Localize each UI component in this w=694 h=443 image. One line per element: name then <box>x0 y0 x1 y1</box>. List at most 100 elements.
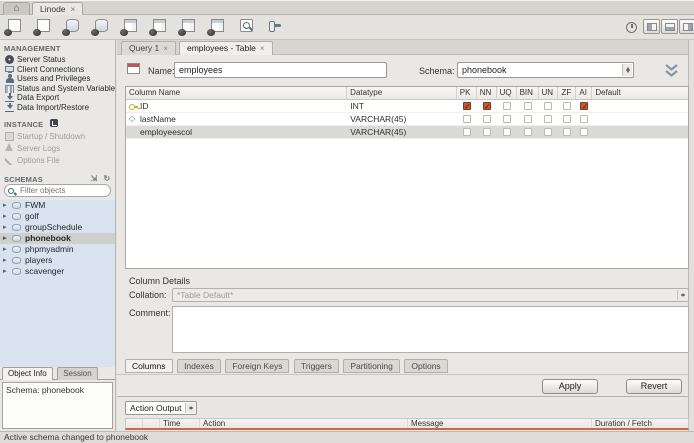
revert-button[interactable]: Revert <box>626 379 682 394</box>
col-header-name[interactable]: Column Name <box>126 87 348 99</box>
col-header-un[interactable]: UN <box>539 87 559 99</box>
apply-button[interactable]: Apply <box>542 379 598 394</box>
zf-checkbox[interactable] <box>563 128 572 136</box>
create-procedure-icon[interactable] <box>178 19 198 36</box>
schema-item-groupschedule[interactable]: ▸ groupSchedule <box>0 222 115 233</box>
expander-icon[interactable]: ▸ <box>3 255 7 266</box>
stepper-icon[interactable] <box>185 403 195 413</box>
pk-checkbox[interactable] <box>462 115 471 123</box>
col-header-bin[interactable]: BIN <box>517 87 539 99</box>
output-col-time[interactable]: Time <box>160 419 200 428</box>
bin-checkbox[interactable] <box>523 128 532 136</box>
output-col-duration[interactable]: Duration / Fetch <box>592 419 688 428</box>
sidebar-item-data-import[interactable]: Data Import/Restore <box>0 102 115 113</box>
uq-checkbox[interactable] <box>502 128 511 136</box>
close-icon[interactable]: × <box>163 44 168 53</box>
output-col-action[interactable]: Action <box>200 419 408 428</box>
sidebar-item-server-logs[interactable]: Server Logs <box>0 143 115 155</box>
ai-checkbox[interactable] <box>580 128 589 136</box>
tab-employees-table[interactable]: employees - Table × <box>179 41 273 55</box>
tab-partitioning[interactable]: Partitioning <box>343 359 400 373</box>
close-icon[interactable]: × <box>71 5 76 14</box>
tab-session[interactable]: Session <box>57 367 98 380</box>
expander-icon[interactable]: ▸ <box>3 222 7 233</box>
create-schema-icon[interactable] <box>62 19 82 36</box>
table-row[interactable]: ID INT <box>126 100 688 113</box>
expander-icon[interactable]: ▸ <box>3 266 7 277</box>
bin-checkbox[interactable] <box>523 102 532 110</box>
column-default[interactable] <box>592 126 688 138</box>
un-checkbox[interactable] <box>544 128 553 136</box>
tab-triggers[interactable]: Triggers <box>293 359 339 373</box>
toggle-bottom-panel-button[interactable] <box>661 19 678 34</box>
col-header-nn[interactable]: NN <box>477 87 497 99</box>
zf-checkbox[interactable] <box>563 102 572 110</box>
schema-refresh-icon[interactable]: ↻ <box>103 175 111 183</box>
col-header-zf[interactable]: ZF <box>558 87 577 99</box>
table-name-input[interactable] <box>174 62 387 78</box>
schema-filter-input[interactable] <box>18 185 108 196</box>
expander-icon[interactable]: ▸ <box>3 244 7 255</box>
ai-checkbox[interactable] <box>580 115 589 123</box>
connection-tab-linode[interactable]: Linode × <box>32 2 84 15</box>
sidebar-item-client-connections[interactable]: Client Connections <box>0 65 115 75</box>
nn-checkbox[interactable] <box>482 128 491 136</box>
sidebar-item-status-variables[interactable]: Status and System Variables <box>0 84 115 93</box>
tab-options[interactable]: Options <box>404 359 448 373</box>
uq-checkbox[interactable] <box>502 115 511 123</box>
schema-expand-icon[interactable]: ⇲ <box>90 175 98 183</box>
create-view-icon[interactable] <box>149 19 169 36</box>
collapse-header-icon[interactable] <box>663 64 680 79</box>
col-header-datatype[interactable]: Datatype <box>347 87 457 99</box>
schema-item-phonebook[interactable]: ▸ phonebook <box>0 233 115 244</box>
alter-schema-icon[interactable] <box>91 19 111 36</box>
tab-foreign-keys[interactable]: Foreign Keys <box>225 359 290 373</box>
close-icon[interactable]: × <box>260 44 265 53</box>
tab-object-info[interactable]: Object Info <box>2 367 53 380</box>
tab-indexes[interactable]: Indexes <box>177 359 221 373</box>
col-header-uq[interactable]: UQ <box>497 87 517 99</box>
schema-item-phpmyadmin[interactable]: ▸ phpmyadmin <box>0 244 115 255</box>
schema-item-fwm[interactable]: ▸ FWM <box>0 200 115 211</box>
tab-query-1[interactable]: Query 1 × <box>121 41 176 55</box>
sidebar-item-users-privileges[interactable]: Users and Privileges <box>0 74 115 84</box>
zf-checkbox[interactable] <box>563 115 572 123</box>
stepper-icon[interactable] <box>677 290 687 300</box>
toggle-right-panel-button[interactable] <box>679 19 694 34</box>
search-data-icon[interactable] <box>236 19 256 36</box>
column-default[interactable] <box>592 113 688 125</box>
sidebar-item-startup-shutdown[interactable]: Startup / Shutdown <box>0 131 115 143</box>
pk-checkbox[interactable] <box>462 128 471 136</box>
expander-icon[interactable]: ▸ <box>3 233 7 244</box>
nn-checkbox[interactable] <box>482 115 491 123</box>
output-type-select[interactable]: Action Output <box>125 401 197 415</box>
output-col-message[interactable]: Message <box>408 419 592 428</box>
table-row[interactable]: ◇ lastName VARCHAR(45) <box>126 113 688 126</box>
home-tab[interactable]: ⌂ <box>3 2 30 15</box>
pk-checkbox[interactable] <box>462 101 471 112</box>
new-query-icon[interactable] <box>4 19 24 36</box>
col-header-ai[interactable]: AI <box>576 87 593 99</box>
sidebar-item-options-file[interactable]: Options File <box>0 155 115 167</box>
schema-item-players[interactable]: ▸ players <box>0 255 115 266</box>
reconnect-icon[interactable] <box>265 19 285 36</box>
toggle-left-panel-button[interactable] <box>643 19 660 34</box>
table-row-selected[interactable]: employeescol VARCHAR(45) <box>126 126 688 139</box>
schema-select[interactable]: phonebook <box>457 62 634 78</box>
nn-checkbox[interactable] <box>482 101 491 112</box>
expander-icon[interactable]: ▸ <box>3 200 7 211</box>
create-table-icon[interactable] <box>120 19 140 36</box>
col-header-pk[interactable]: PK <box>457 87 477 99</box>
create-function-icon[interactable] <box>207 19 227 36</box>
tab-columns[interactable]: Columns <box>125 359 173 373</box>
col-header-default[interactable]: Default <box>592 87 688 99</box>
un-checkbox[interactable] <box>544 115 553 123</box>
ai-checkbox[interactable] <box>580 101 589 112</box>
collation-select[interactable]: *Table Default* <box>172 288 689 302</box>
bin-checkbox[interactable] <box>523 115 532 123</box>
column-default[interactable] <box>592 100 688 112</box>
schema-item-scavenger[interactable]: ▸ scavenger <box>0 266 115 277</box>
activity-clock-icon[interactable] <box>626 22 637 33</box>
uq-checkbox[interactable] <box>502 102 511 110</box>
stepper-icon[interactable] <box>622 64 632 76</box>
